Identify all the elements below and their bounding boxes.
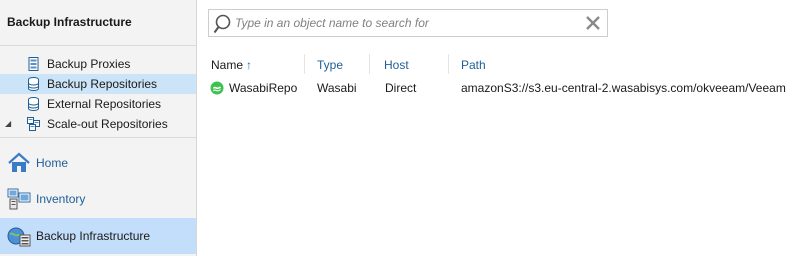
infrastructure-tree: Backup Proxies Backup Repositories Exter… [0,54,196,134]
backup-infrastructure-icon [7,227,31,247]
column-header-name[interactable]: Name ↑ [211,57,252,73]
home-icon [8,152,30,172]
column-header-type[interactable]: Type [317,57,343,73]
clear-search-icon[interactable] [584,14,602,32]
tree-item-backup-repositories[interactable]: Backup Repositories [0,74,196,94]
tree-item-label: Scale-out Repositories [47,117,168,131]
cell-type: Wasabi [317,81,357,95]
nav-item-backup-infrastructure[interactable]: Backup Infrastructure [0,218,196,254]
database-icon [28,97,39,111]
scale-out-icon [27,117,40,131]
column-header-label: Name [211,58,244,72]
nav-item-label: Backup Infrastructure [36,229,151,243]
search-icon [213,14,231,34]
pane-title: Backup Infrastructure [7,15,132,29]
inventory-icon [7,188,31,210]
tree-item-scale-out-repositories[interactable]: ◢ Scale-out Repositories [0,114,196,134]
nav-item-label: Home [36,156,69,170]
nav-item-inventory[interactable]: Inventory [0,181,196,217]
sort-ascending-icon: ↑ [246,58,253,72]
tree-item-label: Backup Proxies [47,57,131,71]
column-divider[interactable] [369,54,370,74]
wasabi-icon [210,81,224,95]
cell-path: amazonS3://s3.eu-central-2.wasabisys.com… [461,81,786,95]
cell-name: WasabiRepo [229,81,298,95]
search-box [208,9,608,37]
search-input[interactable] [235,13,575,33]
tree-item-label: External Repositories [47,97,162,111]
navigation-pane: Backup Infrastructure Backup Proxies Bac… [0,0,197,256]
column-header-host[interactable]: Host [384,57,409,73]
cell-host: Direct [385,81,417,95]
nav-item-label: Inventory [36,192,86,206]
column-header-path[interactable]: Path [461,57,486,73]
database-icon [28,77,39,91]
divider [0,137,196,138]
nav-item-home[interactable]: Home [0,145,196,181]
server-icon [28,57,39,71]
tree-item-backup-proxies[interactable]: Backup Proxies [0,54,196,74]
tree-item-label: Backup Repositories [47,77,158,91]
expand-arrow-icon[interactable]: ◢ [5,114,11,134]
tree-item-external-repositories[interactable]: External Repositories [0,94,196,114]
column-divider[interactable] [448,54,449,74]
divider [0,45,196,46]
column-divider[interactable] [304,54,305,74]
